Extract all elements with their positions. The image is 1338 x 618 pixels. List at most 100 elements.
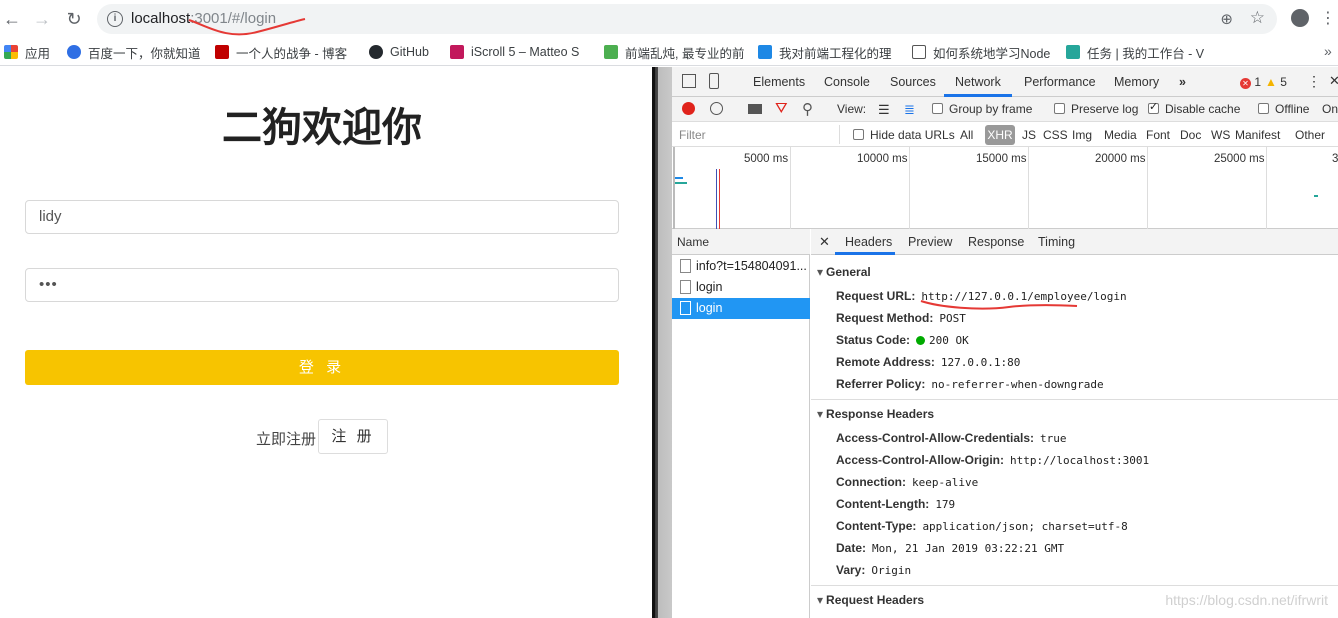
timeline-label: 15000 ms — [976, 153, 1027, 165]
device-toolbar-icon[interactable] — [709, 73, 719, 89]
filter-type-font[interactable]: Font — [1146, 128, 1170, 142]
menu-dots-icon[interactable]: ⋮ — [1320, 8, 1336, 28]
offline-checkbox[interactable]: Offline — [1258, 102, 1309, 116]
login-button[interactable]: 登 录 — [25, 350, 619, 385]
clear-icon[interactable] — [710, 102, 723, 115]
close-detail-icon[interactable]: ✕ — [819, 234, 830, 250]
timeline-gridline — [1147, 147, 1148, 229]
bookmark-engineering[interactable]: 我对前端工程化的理 — [758, 43, 898, 61]
filter-type-ws[interactable]: WS — [1211, 128, 1230, 142]
preserve-log-checkbox[interactable]: Preserve log — [1054, 102, 1138, 116]
username-input[interactable]: lidy — [25, 200, 619, 234]
panel-divider[interactable] — [652, 67, 672, 618]
filter-input[interactable]: Filter — [675, 125, 840, 144]
filter-type-media[interactable]: Media — [1104, 128, 1137, 142]
bookmark-github[interactable]: GitHub — [369, 43, 429, 61]
tab-response[interactable]: Response — [968, 235, 1024, 249]
bookmarks-bar: 应用 百度一下，你就知道 一个人的战争 - 博客 GitHub iScroll … — [0, 38, 1338, 66]
request-row[interactable]: info?t=154804091... — [672, 256, 810, 277]
more-tabs-icon[interactable]: » — [1179, 75, 1186, 89]
timeline-label: 25000 ms — [1214, 153, 1265, 165]
forward-arrow-icon[interactable]: → — [30, 7, 54, 31]
request-name: info?t=154804091... — [696, 259, 807, 273]
devtools-tab-bar: Elements Console Sources Network Perform… — [672, 67, 1338, 97]
request-row[interactable]: login — [672, 277, 810, 298]
tab-network[interactable]: Network — [955, 75, 1001, 89]
hide-data-urls-checkbox[interactable]: Hide data URLs — [853, 128, 955, 142]
waterfall-view-icon[interactable]: ≣ — [904, 102, 915, 118]
timeline-label: 3 — [1332, 153, 1338, 165]
filter-type-img[interactable]: Img — [1072, 128, 1092, 142]
filter-type-css[interactable]: CSS — [1043, 128, 1068, 142]
tab-console[interactable]: Console — [824, 75, 870, 89]
list-view-icon[interactable]: ☰ — [878, 102, 890, 118]
bookmark-baidu[interactable]: 百度一下，你就知道 — [67, 43, 207, 61]
network-overview-timeline[interactable]: 5000 ms 10000 ms 15000 ms 20000 ms 25000… — [672, 147, 1338, 229]
red-annotation-mark — [188, 18, 306, 36]
tab-timing[interactable]: Timing — [1038, 235, 1075, 249]
header-row: Connection: keep-alive — [836, 475, 978, 489]
tab-sources[interactable]: Sources — [890, 75, 936, 89]
apps-grid-icon — [4, 45, 18, 59]
network-controls: ⛛ ⚲ View: ☰ ≣ Group by frame Preserve lo… — [672, 97, 1338, 122]
profile-avatar-icon[interactable] — [1291, 9, 1309, 27]
filter-type-xhr[interactable]: XHR — [985, 125, 1015, 145]
devtools-menu-icon[interactable]: ⋮ — [1307, 73, 1321, 90]
register-button[interactable]: 注 册 — [318, 419, 388, 454]
document-icon — [680, 280, 691, 294]
header-value: no-referrer-when-downgrade — [931, 378, 1104, 391]
bookmark-label: 应用 — [25, 46, 51, 61]
screenshot-camera-icon[interactable] — [748, 104, 762, 114]
detail-tab-bar: ✕ Headers Preview Response Timing — [811, 229, 1338, 255]
back-arrow-icon[interactable]: ← — [0, 7, 24, 31]
reload-icon[interactable]: ↻ — [62, 7, 86, 31]
response-headers-section-header[interactable]: Response Headers — [817, 407, 934, 421]
timeline-start-marker — [673, 147, 675, 229]
request-headers-section-header[interactable]: Request Headers — [817, 593, 924, 607]
close-devtools-icon[interactable]: ✕ — [1329, 73, 1338, 89]
bookmark-star-icon[interactable]: ☆ — [1250, 8, 1265, 28]
bookmark-blog[interactable]: 一个人的战争 - 博客 — [215, 43, 355, 61]
error-counter[interactable]: ✕ 1 — [1240, 75, 1261, 89]
warning-counter[interactable]: ▲ 5 — [1265, 75, 1287, 89]
header-key: Vary: — [836, 563, 866, 577]
name-column-header[interactable]: Name — [672, 229, 810, 255]
more-bookmarks-icon[interactable]: » — [1324, 43, 1332, 59]
address-bar[interactable]: i localhost:3001/#/login ⊕ ☆ — [97, 4, 1277, 36]
search-icon[interactable]: ⚲ — [802, 100, 813, 118]
tab-memory[interactable]: Memory — [1114, 75, 1159, 89]
filter-type-js[interactable]: JS — [1022, 128, 1036, 142]
online-throttle[interactable]: On — [1322, 102, 1338, 116]
bookmark-qianduan[interactable]: 前端乱炖, 最专业的前 — [604, 43, 744, 61]
site-info-icon[interactable]: i — [107, 11, 123, 27]
header-value: 127.0.0.1:80 — [940, 356, 1021, 369]
filter-type-doc[interactable]: Doc — [1180, 128, 1201, 142]
disable-cache-checkbox[interactable]: Disable cache — [1148, 100, 1240, 116]
group-by-frame-checkbox[interactable]: Group by frame — [932, 102, 1032, 116]
filter-funnel-icon[interactable]: ⛛ — [775, 100, 788, 117]
inspect-element-icon[interactable] — [682, 74, 696, 88]
bookmark-task[interactable]: 任务 | 我的工作台 - V — [1066, 43, 1206, 61]
header-row: Content-Length: 179 — [836, 497, 955, 511]
password-input[interactable]: ••• — [25, 268, 619, 302]
tab-elements[interactable]: Elements — [753, 75, 805, 89]
bookmark-apps[interactable]: 应用 — [4, 43, 50, 61]
section-divider — [811, 585, 1338, 586]
filter-type-manifest[interactable]: Manifest — [1235, 128, 1280, 142]
tab-preview[interactable]: Preview — [908, 235, 952, 249]
tab-headers[interactable]: Headers — [845, 235, 892, 249]
request-row-selected[interactable]: login — [672, 298, 810, 319]
general-section-header[interactable]: General — [817, 265, 871, 279]
filter-type-other[interactable]: Other — [1295, 128, 1325, 142]
tab-performance[interactable]: Performance — [1024, 75, 1096, 89]
record-icon[interactable] — [682, 102, 695, 115]
header-key: Request URL: — [836, 289, 916, 303]
header-value: Origin — [871, 564, 912, 577]
bookmark-node[interactable]: 如何系统地学习Node — [912, 43, 1052, 61]
bookmark-iscroll[interactable]: iScroll 5 – Matteo S — [450, 43, 590, 61]
zoom-icon[interactable]: ⊕ — [1220, 10, 1233, 28]
request-list: Name info?t=154804091... login login — [672, 229, 810, 618]
active-detail-tab-indicator — [835, 252, 895, 255]
filter-type-all[interactable]: All — [960, 128, 973, 142]
warning-icon: ▲ — [1265, 75, 1277, 89]
